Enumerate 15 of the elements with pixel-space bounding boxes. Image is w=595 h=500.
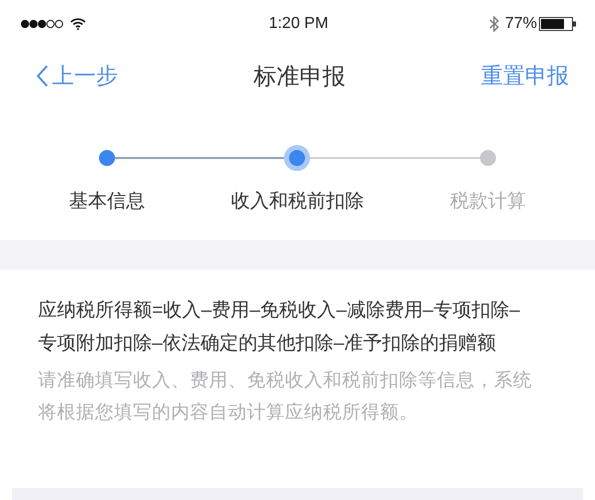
bluetooth-icon: [488, 16, 499, 32]
hint-text: 请准确填写收入、费用、免税收入和税前扣除等信息，系统将根据您填写的内容自动计算应纳税所得额。: [38, 368, 533, 424]
back-button[interactable]: 上一步: [36, 61, 118, 91]
formula-text: 应纳税所得额=收入–费用–免税收入–减除费用–专项扣除–专项附加扣除–依法确定的其他扣除–准予扣除的捐赠额: [38, 299, 521, 356]
battery-icon: [539, 17, 577, 31]
page-title: 标准申报: [254, 62, 346, 90]
clock-time: 1:20 PM: [268, 15, 328, 33]
step-label: 收入和税前扣除: [230, 190, 364, 214]
signal-icon: [20, 19, 64, 29]
wifi-icon: [70, 18, 86, 30]
step-label: 税款计算: [450, 190, 526, 214]
back-icon: [36, 65, 48, 87]
battery-percentage: 77%: [504, 15, 537, 33]
step-label: 基本信息: [69, 190, 146, 214]
reset-button[interactable]: 重置申报: [481, 61, 569, 91]
